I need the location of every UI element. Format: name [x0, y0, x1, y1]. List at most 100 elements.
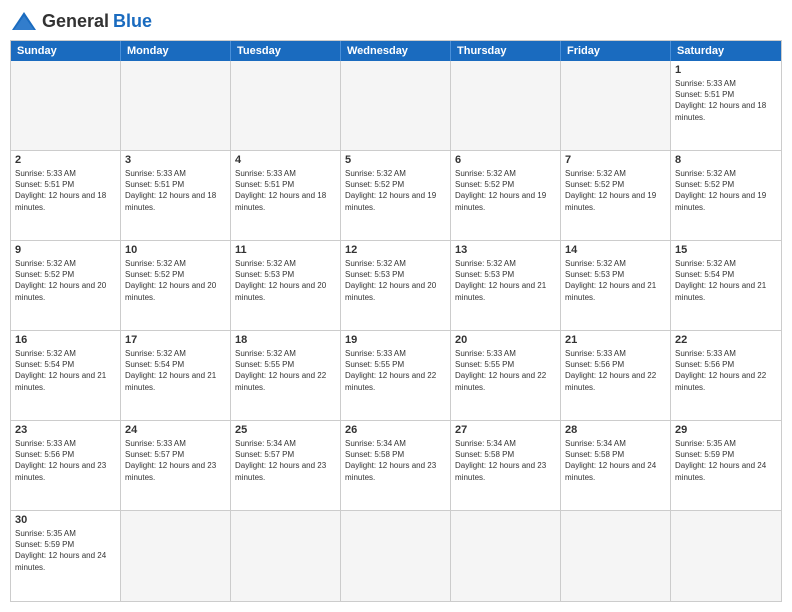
- day-cell-6: 6 Sunrise: 5:32 AMSunset: 5:52 PMDayligh…: [451, 151, 561, 241]
- day-cell-5: 5 Sunrise: 5:32 AMSunset: 5:52 PMDayligh…: [341, 151, 451, 241]
- cell-info: Sunrise: 5:32 AMSunset: 5:52 PMDaylight:…: [455, 168, 556, 213]
- day-header-monday: Monday: [121, 41, 231, 61]
- day-number: 26: [345, 424, 446, 436]
- day-cell-25: 25 Sunrise: 5:34 AMSunset: 5:57 PMDaylig…: [231, 421, 341, 511]
- day-number: 18: [235, 334, 336, 346]
- cell-info: Sunrise: 5:34 AMSunset: 5:57 PMDaylight:…: [235, 438, 336, 483]
- empty-cell: [561, 61, 671, 151]
- day-cell-3: 3 Sunrise: 5:33 AMSunset: 5:51 PMDayligh…: [121, 151, 231, 241]
- day-number: 22: [675, 334, 777, 346]
- cell-info: Sunrise: 5:32 AMSunset: 5:54 PMDaylight:…: [125, 348, 226, 393]
- cell-info: Sunrise: 5:35 AMSunset: 5:59 PMDaylight:…: [675, 438, 777, 483]
- cell-info: Sunrise: 5:34 AMSunset: 5:58 PMDaylight:…: [455, 438, 556, 483]
- day-number: 21: [565, 334, 666, 346]
- day-cell-30: 30 Sunrise: 5:35 AMSunset: 5:59 PMDaylig…: [11, 511, 121, 601]
- cell-info: Sunrise: 5:33 AMSunset: 5:51 PMDaylight:…: [675, 78, 777, 123]
- day-header-sunday: Sunday: [11, 41, 121, 61]
- cell-info: Sunrise: 5:32 AMSunset: 5:53 PMDaylight:…: [345, 258, 446, 303]
- day-cell-1: 1 Sunrise: 5:33 AMSunset: 5:51 PMDayligh…: [671, 61, 781, 151]
- day-cell-17: 17 Sunrise: 5:32 AMSunset: 5:54 PMDaylig…: [121, 331, 231, 421]
- day-cell-26: 26 Sunrise: 5:34 AMSunset: 5:58 PMDaylig…: [341, 421, 451, 511]
- day-number: 1: [675, 64, 777, 76]
- day-number: 3: [125, 154, 226, 166]
- cell-info: Sunrise: 5:32 AMSunset: 5:52 PMDaylight:…: [15, 258, 116, 303]
- day-number: 27: [455, 424, 556, 436]
- day-cell-15: 15 Sunrise: 5:32 AMSunset: 5:54 PMDaylig…: [671, 241, 781, 331]
- day-number: 15: [675, 244, 777, 256]
- cell-info: Sunrise: 5:32 AMSunset: 5:52 PMDaylight:…: [565, 168, 666, 213]
- cell-info: Sunrise: 5:32 AMSunset: 5:54 PMDaylight:…: [675, 258, 777, 303]
- day-header-wednesday: Wednesday: [341, 41, 451, 61]
- day-cell-12: 12 Sunrise: 5:32 AMSunset: 5:53 PMDaylig…: [341, 241, 451, 331]
- empty-cell: [341, 61, 451, 151]
- day-number: 20: [455, 334, 556, 346]
- cell-info: Sunrise: 5:32 AMSunset: 5:53 PMDaylight:…: [455, 258, 556, 303]
- empty-cell: [231, 511, 341, 601]
- day-cell-23: 23 Sunrise: 5:33 AMSunset: 5:56 PMDaylig…: [11, 421, 121, 511]
- day-cell-24: 24 Sunrise: 5:33 AMSunset: 5:57 PMDaylig…: [121, 421, 231, 511]
- calendar-body: 1 Sunrise: 5:33 AMSunset: 5:51 PMDayligh…: [11, 61, 781, 601]
- cell-info: Sunrise: 5:33 AMSunset: 5:51 PMDaylight:…: [15, 168, 116, 213]
- cell-info: Sunrise: 5:32 AMSunset: 5:53 PMDaylight:…: [235, 258, 336, 303]
- day-number: 8: [675, 154, 777, 166]
- day-headers: SundayMondayTuesdayWednesdayThursdayFrid…: [11, 41, 781, 61]
- day-cell-18: 18 Sunrise: 5:32 AMSunset: 5:55 PMDaylig…: [231, 331, 341, 421]
- cell-info: Sunrise: 5:33 AMSunset: 5:56 PMDaylight:…: [15, 438, 116, 483]
- day-cell-13: 13 Sunrise: 5:32 AMSunset: 5:53 PMDaylig…: [451, 241, 561, 331]
- empty-cell: [11, 61, 121, 151]
- cell-info: Sunrise: 5:32 AMSunset: 5:52 PMDaylight:…: [125, 258, 226, 303]
- day-header-saturday: Saturday: [671, 41, 781, 61]
- day-number: 28: [565, 424, 666, 436]
- day-number: 6: [455, 154, 556, 166]
- cell-info: Sunrise: 5:33 AMSunset: 5:51 PMDaylight:…: [125, 168, 226, 213]
- cell-info: Sunrise: 5:32 AMSunset: 5:53 PMDaylight:…: [565, 258, 666, 303]
- header: General Blue: [10, 10, 782, 32]
- cell-info: Sunrise: 5:33 AMSunset: 5:57 PMDaylight:…: [125, 438, 226, 483]
- day-cell-14: 14 Sunrise: 5:32 AMSunset: 5:53 PMDaylig…: [561, 241, 671, 331]
- day-number: 23: [15, 424, 116, 436]
- cell-info: Sunrise: 5:34 AMSunset: 5:58 PMDaylight:…: [345, 438, 446, 483]
- cell-info: Sunrise: 5:33 AMSunset: 5:55 PMDaylight:…: [345, 348, 446, 393]
- day-number: 4: [235, 154, 336, 166]
- empty-cell: [341, 511, 451, 601]
- day-header-thursday: Thursday: [451, 41, 561, 61]
- empty-cell: [671, 511, 781, 601]
- day-cell-4: 4 Sunrise: 5:33 AMSunset: 5:51 PMDayligh…: [231, 151, 341, 241]
- empty-cell: [121, 61, 231, 151]
- day-cell-11: 11 Sunrise: 5:32 AMSunset: 5:53 PMDaylig…: [231, 241, 341, 331]
- day-number: 17: [125, 334, 226, 346]
- day-header-friday: Friday: [561, 41, 671, 61]
- cell-info: Sunrise: 5:34 AMSunset: 5:58 PMDaylight:…: [565, 438, 666, 483]
- day-number: 10: [125, 244, 226, 256]
- day-number: 5: [345, 154, 446, 166]
- day-cell-2: 2 Sunrise: 5:33 AMSunset: 5:51 PMDayligh…: [11, 151, 121, 241]
- empty-cell: [451, 61, 561, 151]
- day-number: 16: [15, 334, 116, 346]
- day-cell-28: 28 Sunrise: 5:34 AMSunset: 5:58 PMDaylig…: [561, 421, 671, 511]
- day-cell-20: 20 Sunrise: 5:33 AMSunset: 5:55 PMDaylig…: [451, 331, 561, 421]
- day-number: 2: [15, 154, 116, 166]
- day-cell-8: 8 Sunrise: 5:32 AMSunset: 5:52 PMDayligh…: [671, 151, 781, 241]
- day-cell-27: 27 Sunrise: 5:34 AMSunset: 5:58 PMDaylig…: [451, 421, 561, 511]
- cell-info: Sunrise: 5:32 AMSunset: 5:52 PMDaylight:…: [345, 168, 446, 213]
- cell-info: Sunrise: 5:33 AMSunset: 5:51 PMDaylight:…: [235, 168, 336, 213]
- day-number: 30: [15, 514, 116, 526]
- cell-info: Sunrise: 5:32 AMSunset: 5:54 PMDaylight:…: [15, 348, 116, 393]
- logo-blue: Blue: [113, 11, 152, 32]
- day-cell-21: 21 Sunrise: 5:33 AMSunset: 5:56 PMDaylig…: [561, 331, 671, 421]
- day-number: 29: [675, 424, 777, 436]
- cell-info: Sunrise: 5:33 AMSunset: 5:56 PMDaylight:…: [675, 348, 777, 393]
- page: General Blue SundayMondayTuesdayWednesda…: [0, 0, 792, 612]
- day-number: 14: [565, 244, 666, 256]
- calendar: SundayMondayTuesdayWednesdayThursdayFrid…: [10, 40, 782, 602]
- day-cell-16: 16 Sunrise: 5:32 AMSunset: 5:54 PMDaylig…: [11, 331, 121, 421]
- day-number: 12: [345, 244, 446, 256]
- empty-cell: [561, 511, 671, 601]
- day-number: 9: [15, 244, 116, 256]
- cell-info: Sunrise: 5:32 AMSunset: 5:52 PMDaylight:…: [675, 168, 777, 213]
- cell-info: Sunrise: 5:35 AMSunset: 5:59 PMDaylight:…: [15, 528, 116, 573]
- day-number: 11: [235, 244, 336, 256]
- cell-info: Sunrise: 5:33 AMSunset: 5:56 PMDaylight:…: [565, 348, 666, 393]
- day-cell-19: 19 Sunrise: 5:33 AMSunset: 5:55 PMDaylig…: [341, 331, 451, 421]
- day-cell-7: 7 Sunrise: 5:32 AMSunset: 5:52 PMDayligh…: [561, 151, 671, 241]
